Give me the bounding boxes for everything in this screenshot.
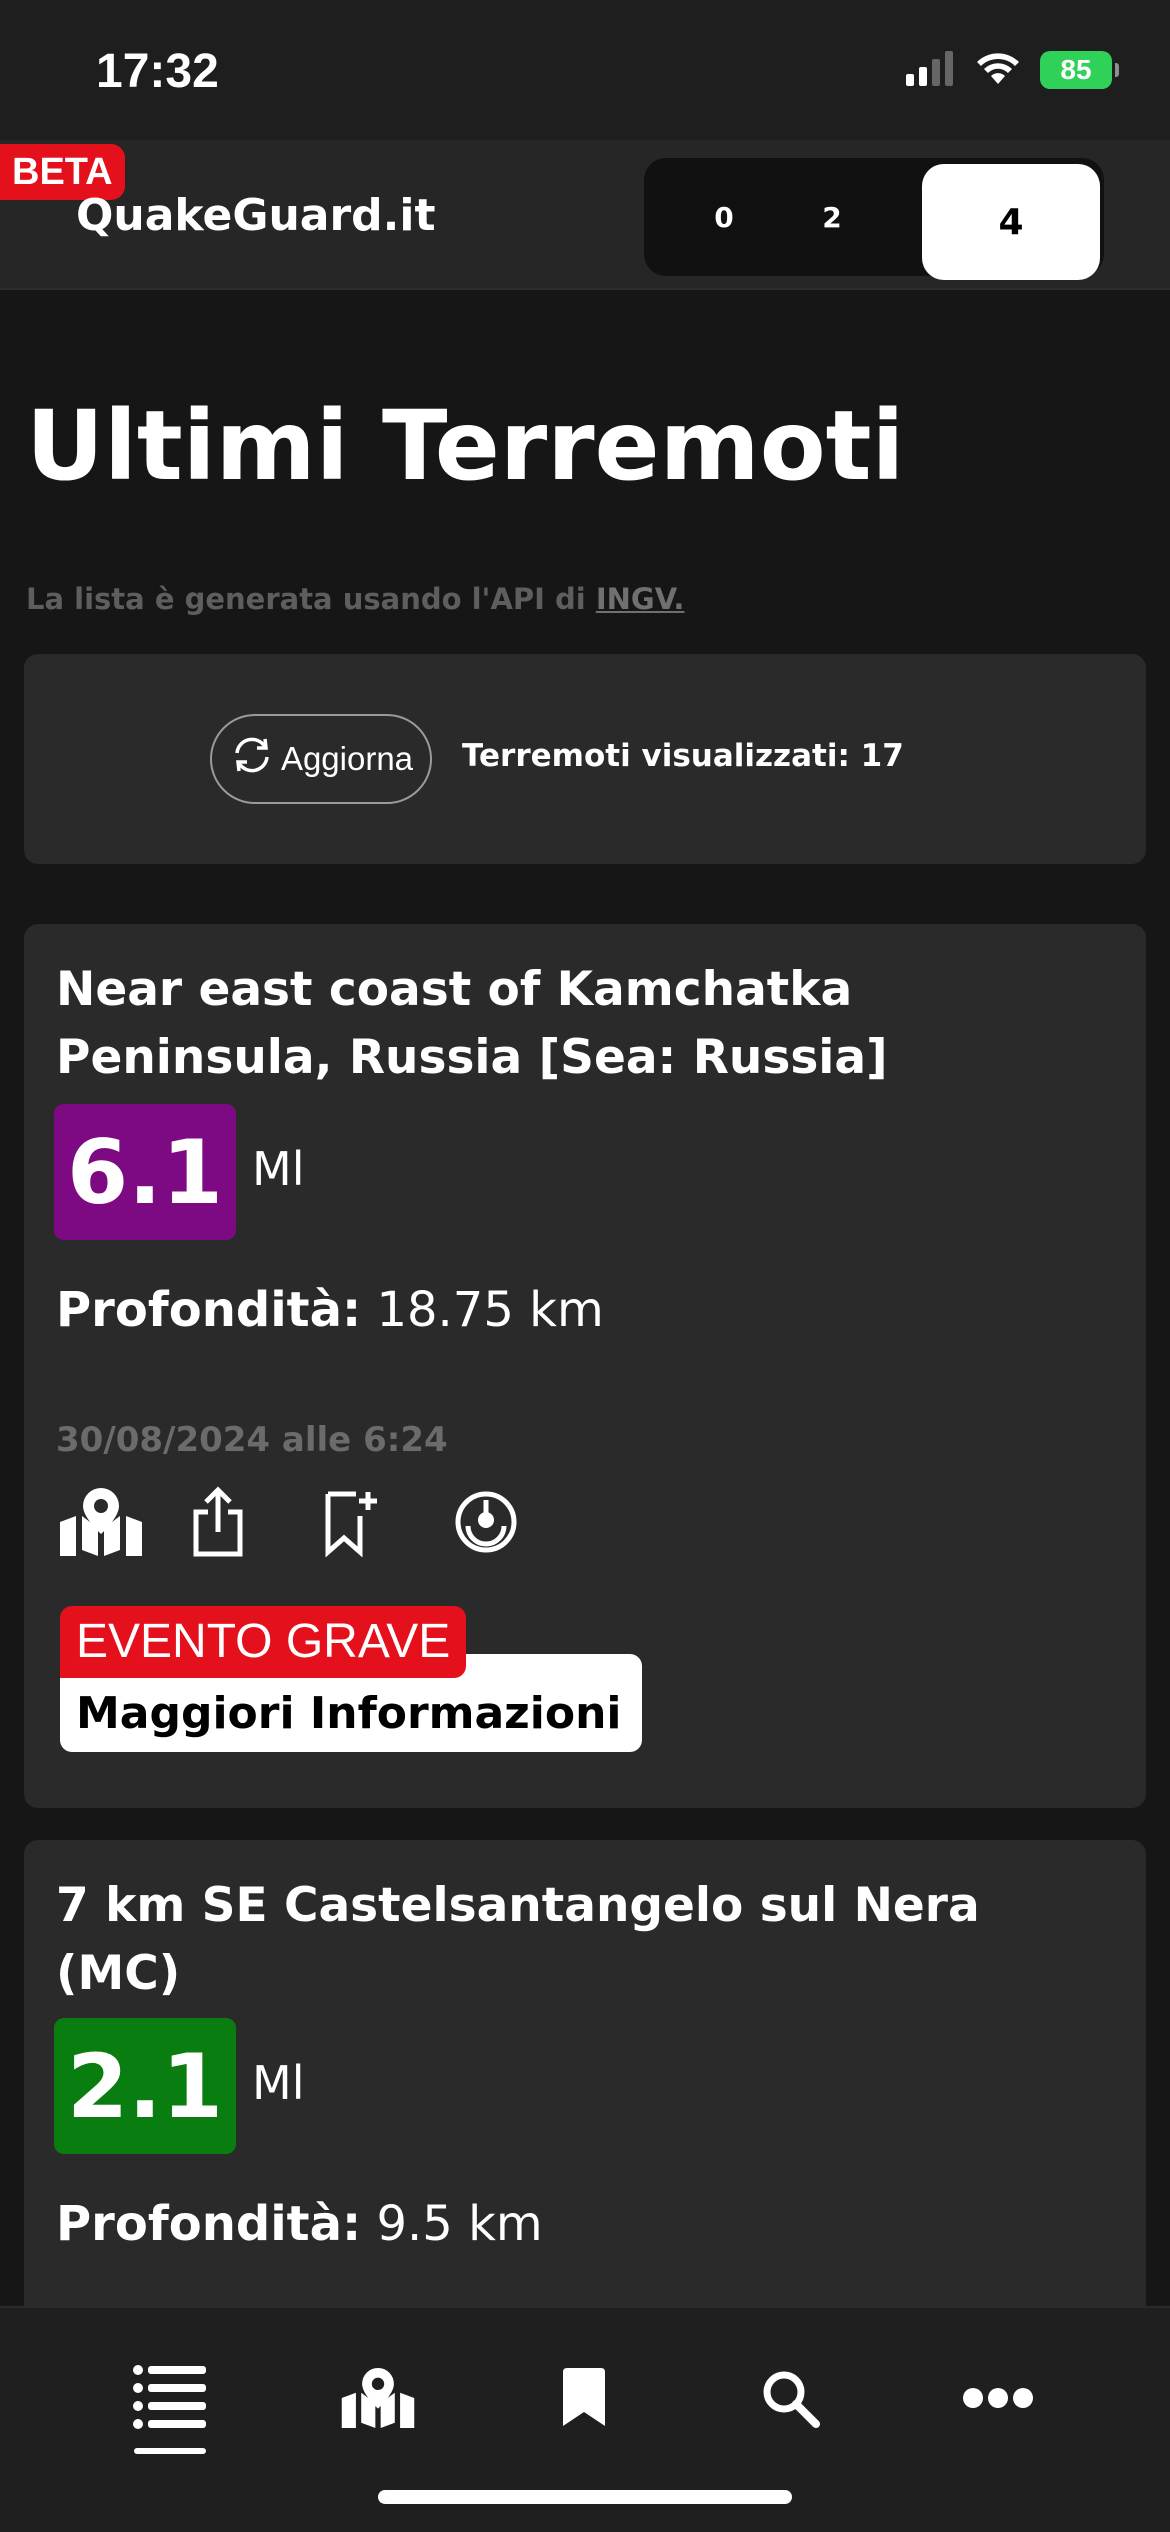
quake-datetime: 30/08/2024 alle 6:24: [56, 1420, 448, 1460]
api-note-text: La lista è generata usando l'API di: [26, 582, 596, 616]
refresh-button[interactable]: Aggiorna: [210, 714, 432, 804]
home-indicator[interactable]: [378, 2490, 792, 2504]
quake-count: Terremoti visualizzati: 17: [462, 738, 904, 774]
refresh-card: Aggiorna Terremoti visualizzati: 17: [24, 654, 1146, 864]
quake-depth: Profondità: 18.75 km: [56, 1282, 604, 1338]
map-icon: [58, 1486, 144, 1562]
refresh-icon: [229, 735, 275, 783]
signal-icon: [906, 50, 956, 90]
magnitude-unit: Ml: [252, 2056, 305, 2110]
refresh-label: Aggiorna: [280, 740, 414, 777]
status-time: 17:32: [96, 45, 219, 98]
tab-list[interactable]: [120, 2350, 220, 2450]
filter-segment-0[interactable]: 0: [684, 158, 764, 276]
bookmark-add-icon: [322, 1486, 378, 1562]
target-icon: [454, 1490, 518, 1558]
depth-label: Profondità:: [56, 2196, 362, 2252]
share-icon: [190, 1486, 246, 1562]
map-icon: [340, 2365, 416, 2435]
status-bar: 17:32 85: [0, 0, 1170, 140]
share-button[interactable]: [190, 1484, 322, 1564]
filter-segment-2[interactable]: 2: [792, 158, 872, 276]
depth-value: 18.75 km: [376, 1282, 604, 1338]
search-icon: [760, 2368, 820, 2432]
quake-depth: Profondità: 9.5 km: [56, 2196, 543, 2252]
tab-bookmarks[interactable]: [534, 2350, 634, 2450]
depth-value: 9.5 km: [376, 2196, 543, 2252]
brand-title: QuakeGuard.it: [76, 190, 436, 241]
quake-location: Near east coast of Kamchatka Peninsula, …: [56, 962, 888, 1085]
depth-label: Profondità:: [56, 1282, 362, 1338]
bookmark-icon: [561, 2368, 607, 2432]
tab-more[interactable]: [948, 2350, 1048, 2450]
active-tab-indicator: [134, 2448, 206, 2454]
tab-search[interactable]: [740, 2350, 840, 2450]
card-actions: [58, 1484, 586, 1564]
battery-level: 85: [1060, 54, 1092, 85]
magnitude-badge: 6.1: [54, 1104, 236, 1240]
magnitude-filter[interactable]: 0 2 4: [644, 158, 1104, 280]
status-icons: 85: [906, 50, 1119, 90]
battery-icon: 85: [1040, 51, 1119, 89]
target-button[interactable]: [454, 1484, 586, 1564]
severity-badge: EVENTO GRAVE: [60, 1606, 467, 1678]
filter-segment-4[interactable]: 4: [922, 164, 1100, 280]
map-button[interactable]: [58, 1484, 190, 1564]
more-icon: [962, 2386, 1034, 2414]
api-note: La lista è generata usando l'API di INGV…: [26, 582, 684, 616]
ingv-link[interactable]: INGV.: [596, 582, 685, 616]
magnitude-unit: Ml: [252, 1142, 305, 1196]
quake-location: 7 km SE Castelsantangelo sul Nera (MC): [56, 1878, 980, 2001]
wifi-icon: [974, 50, 1022, 90]
bookmark-add-button[interactable]: [322, 1484, 454, 1564]
tab-map[interactable]: [328, 2350, 428, 2450]
magnitude-badge: 2.1: [54, 2018, 236, 2154]
page-title: Ultimi Terremoti: [26, 390, 905, 502]
quake-card: Near east coast of Kamchatka Peninsula, …: [24, 924, 1146, 1808]
app-header: BETA QuakeGuard.it 0 2 4: [0, 140, 1170, 290]
list-icon: [132, 2364, 208, 2436]
